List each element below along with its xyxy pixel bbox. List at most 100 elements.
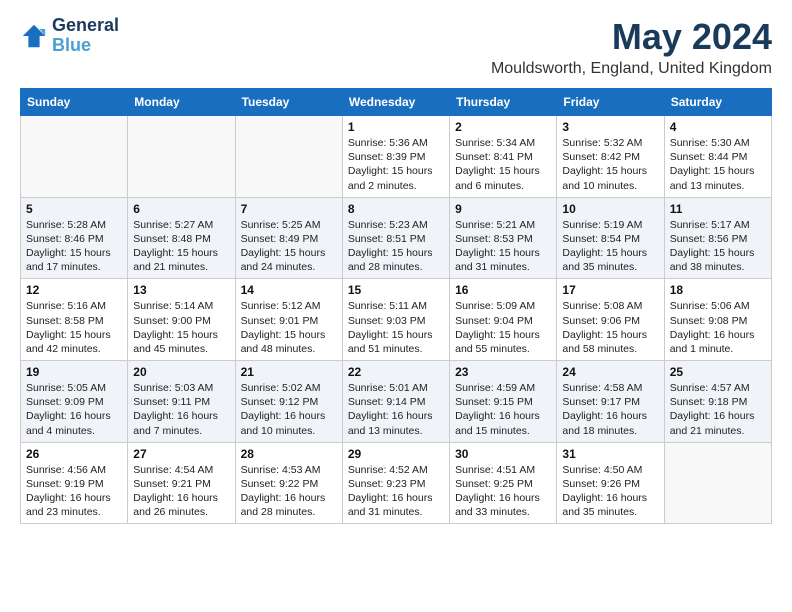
calendar-cell: 25 Sunrise: 4:57 AM Sunset: 9:18 PM Dayli… [664,361,771,443]
calendar-cell: 29 Sunrise: 4:52 AM Sunset: 9:23 PM Dayli… [342,442,449,524]
logo-line1: General [52,16,119,36]
day-number: 28 [241,447,337,461]
day-number: 16 [455,283,551,297]
calendar-subtitle: Mouldsworth, England, United Kingdom [491,60,772,78]
day-number: 18 [670,283,766,297]
calendar-cell: 19 Sunrise: 5:05 AM Sunset: 9:09 PM Dayli… [21,361,128,443]
calendar-cell: 18 Sunrise: 5:06 AM Sunset: 9:08 PM Dayli… [664,279,771,361]
weekday-header-friday: Friday [557,89,664,116]
weekday-header-thursday: Thursday [450,89,557,116]
calendar-cell: 8 Sunrise: 5:23 AM Sunset: 8:51 PM Daylig… [342,197,449,279]
day-number: 20 [133,365,229,379]
calendar-cell: 20 Sunrise: 5:03 AM Sunset: 9:11 PM Dayli… [128,361,235,443]
day-info: Sunrise: 4:54 AM Sunset: 9:21 PM Dayligh… [133,463,229,520]
day-number: 12 [26,283,122,297]
logo-line2: Blue [52,36,119,56]
day-info: Sunrise: 5:34 AM Sunset: 8:41 PM Dayligh… [455,136,551,193]
day-number: 14 [241,283,337,297]
weekday-header-monday: Monday [128,89,235,116]
day-number: 1 [348,120,444,134]
week-row-5: 26Sunrise: 4:56 AM Sunset: 9:19 PM Dayli… [21,442,772,524]
logo-icon [20,22,48,50]
weekday-header-row: SundayMondayTuesdayWednesdayThursdayFrid… [21,89,772,116]
day-number: 25 [670,365,766,379]
day-info: Sunrise: 5:32 AM Sunset: 8:42 PM Dayligh… [562,136,658,193]
day-number: 6 [133,202,229,216]
day-number: 19 [26,365,122,379]
logo: General Blue [20,16,119,56]
day-number: 11 [670,202,766,216]
calendar-cell: 10Sunrise: 5:19 AM Sunset: 8:54 PM Dayli… [557,197,664,279]
calendar-cell [235,116,342,198]
day-info: Sunrise: 5:11 AM Sunset: 9:03 PM Dayligh… [348,299,444,356]
calendar-cell [128,116,235,198]
day-info: Sunrise: 4:52 AM Sunset: 9:23 PM Dayligh… [348,463,444,520]
calendar-cell: 7Sunrise: 5:25 AM Sunset: 8:49 PM Daylig… [235,197,342,279]
calendar-cell: 28 Sunrise: 4:53 AM Sunset: 9:22 PM Dayli… [235,442,342,524]
calendar-cell: 31Sunrise: 4:50 AM Sunset: 9:26 PM Dayli… [557,442,664,524]
day-info: Sunrise: 5:19 AM Sunset: 8:54 PM Dayligh… [562,218,658,275]
day-number: 3 [562,120,658,134]
day-number: 9 [455,202,551,216]
calendar-cell: 6 Sunrise: 5:27 AM Sunset: 8:48 PM Daylig… [128,197,235,279]
calendar-cell: 12 Sunrise: 5:16 AM Sunset: 8:58 PM Dayli… [21,279,128,361]
calendar-cell: 16 Sunrise: 5:09 AM Sunset: 9:04 PM Dayli… [450,279,557,361]
day-info: Sunrise: 5:27 AM Sunset: 8:48 PM Dayligh… [133,218,229,275]
calendar-cell: 1 Sunrise: 5:36 AM Sunset: 8:39 PM Daylig… [342,116,449,198]
day-info: Sunrise: 4:53 AM Sunset: 9:22 PM Dayligh… [241,463,337,520]
calendar-cell: 15Sunrise: 5:11 AM Sunset: 9:03 PM Dayli… [342,279,449,361]
calendar-cell: 2 Sunrise: 5:34 AM Sunset: 8:41 PM Daylig… [450,116,557,198]
calendar-cell: 3 Sunrise: 5:32 AM Sunset: 8:42 PM Daylig… [557,116,664,198]
day-info: Sunrise: 5:05 AM Sunset: 9:09 PM Dayligh… [26,381,122,438]
day-info: Sunrise: 5:01 AM Sunset: 9:14 PM Dayligh… [348,381,444,438]
day-info: Sunrise: 5:03 AM Sunset: 9:11 PM Dayligh… [133,381,229,438]
calendar-cell: 13 Sunrise: 5:14 AM Sunset: 9:00 PM Dayli… [128,279,235,361]
calendar-cell [664,442,771,524]
title-block: May 2024 Mouldsworth, England, United Ki… [491,16,772,78]
day-number: 27 [133,447,229,461]
day-number: 29 [348,447,444,461]
day-info: Sunrise: 5:14 AM Sunset: 9:00 PM Dayligh… [133,299,229,356]
day-info: Sunrise: 5:36 AM Sunset: 8:39 PM Dayligh… [348,136,444,193]
calendar-cell: 26Sunrise: 4:56 AM Sunset: 9:19 PM Dayli… [21,442,128,524]
day-number: 24 [562,365,658,379]
week-row-3: 12 Sunrise: 5:16 AM Sunset: 8:58 PM Dayli… [21,279,772,361]
calendar-cell: 4Sunrise: 5:30 AM Sunset: 8:44 PM Daylig… [664,116,771,198]
day-number: 2 [455,120,551,134]
day-info: Sunrise: 5:09 AM Sunset: 9:04 PM Dayligh… [455,299,551,356]
calendar-cell: 11Sunrise: 5:17 AM Sunset: 8:56 PM Dayli… [664,197,771,279]
day-number: 23 [455,365,551,379]
day-number: 8 [348,202,444,216]
day-number: 30 [455,447,551,461]
day-info: Sunrise: 5:23 AM Sunset: 8:51 PM Dayligh… [348,218,444,275]
calendar-cell: 23 Sunrise: 4:59 AM Sunset: 9:15 PM Dayli… [450,361,557,443]
page-header: General Blue May 2024 Mouldsworth, Engla… [20,16,772,78]
calendar-cell: 9Sunrise: 5:21 AM Sunset: 8:53 PM Daylig… [450,197,557,279]
day-number: 13 [133,283,229,297]
day-info: Sunrise: 4:51 AM Sunset: 9:25 PM Dayligh… [455,463,551,520]
calendar-cell: 21Sunrise: 5:02 AM Sunset: 9:12 PM Dayli… [235,361,342,443]
day-info: Sunrise: 5:16 AM Sunset: 8:58 PM Dayligh… [26,299,122,356]
day-info: Sunrise: 4:57 AM Sunset: 9:18 PM Dayligh… [670,381,766,438]
weekday-header-sunday: Sunday [21,89,128,116]
calendar-cell: 14 Sunrise: 5:12 AM Sunset: 9:01 PM Dayli… [235,279,342,361]
calendar-cell: 27 Sunrise: 4:54 AM Sunset: 9:21 PM Dayli… [128,442,235,524]
day-info: Sunrise: 5:12 AM Sunset: 9:01 PM Dayligh… [241,299,337,356]
day-info: Sunrise: 4:56 AM Sunset: 9:19 PM Dayligh… [26,463,122,520]
day-number: 5 [26,202,122,216]
day-info: Sunrise: 5:06 AM Sunset: 9:08 PM Dayligh… [670,299,766,356]
week-row-1: 1 Sunrise: 5:36 AM Sunset: 8:39 PM Daylig… [21,116,772,198]
day-number: 17 [562,283,658,297]
calendar-cell [21,116,128,198]
day-info: Sunrise: 4:58 AM Sunset: 9:17 PM Dayligh… [562,381,658,438]
day-info: Sunrise: 4:59 AM Sunset: 9:15 PM Dayligh… [455,381,551,438]
day-info: Sunrise: 5:08 AM Sunset: 9:06 PM Dayligh… [562,299,658,356]
weekday-header-tuesday: Tuesday [235,89,342,116]
weekday-header-saturday: Saturday [664,89,771,116]
logo-text: General Blue [52,16,119,56]
day-number: 22 [348,365,444,379]
calendar-cell: 24 Sunrise: 4:58 AM Sunset: 9:17 PM Dayli… [557,361,664,443]
day-info: Sunrise: 4:50 AM Sunset: 9:26 PM Dayligh… [562,463,658,520]
week-row-2: 5Sunrise: 5:28 AM Sunset: 8:46 PM Daylig… [21,197,772,279]
calendar-cell: 5Sunrise: 5:28 AM Sunset: 8:46 PM Daylig… [21,197,128,279]
